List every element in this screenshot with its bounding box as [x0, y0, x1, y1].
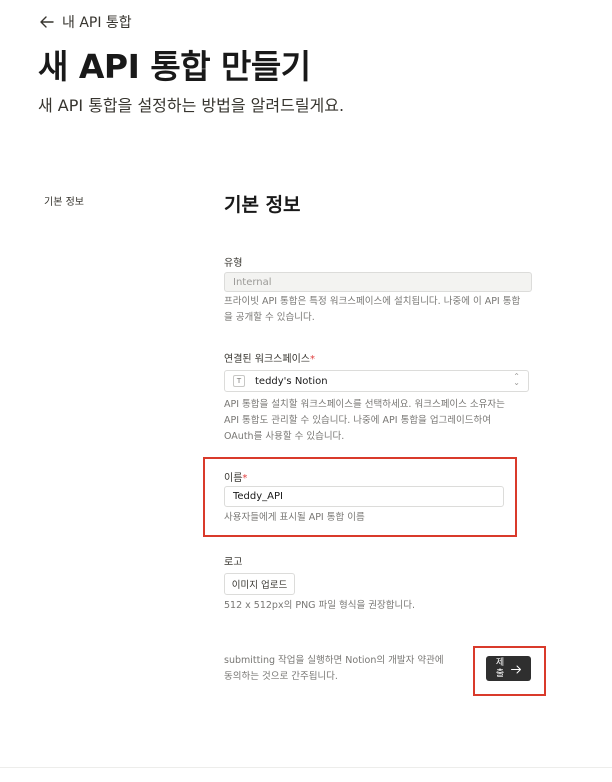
- terms-notice: submitting 작업을 실행하면 Notion의 개발자 약관에 동의하는…: [224, 653, 444, 685]
- name-help: 사용자들에게 표시될 API 통합 이름: [224, 512, 365, 523]
- upload-image-button[interactable]: 이미지 업로드: [224, 573, 295, 595]
- workspace-help-line: OAuth를 사용할 수 있습니다.: [224, 431, 345, 442]
- name-input[interactable]: Teddy_API: [224, 486, 504, 507]
- terms-notice-line: 동의하는 것으로 간주됩니다.: [224, 671, 338, 682]
- required-mark: *: [309, 354, 315, 365]
- chevron-up-down-icon: ⌃ ⌄: [513, 372, 520, 387]
- name-label-text: 이름: [224, 473, 243, 484]
- workspace-help-line: API 통합을 설치할 워크스페이스를 선택하세요. 워크스페이스 소유자는: [224, 399, 505, 410]
- logo-label: 로고: [224, 557, 243, 568]
- logo-help: 512 x 512px의 PNG 파일 형식을 권장합니다.: [224, 600, 416, 611]
- name-label: 이름*: [224, 469, 247, 484]
- workspace-label: 연결된 워크스페이스*: [224, 350, 315, 365]
- terms-notice-line: submitting 작업을 실행하면 Notion의 개발자 약관에: [224, 655, 444, 666]
- type-help: 프라이빗 API 통합은 특정 워크스페이스에 설치됩니다. 나중에 이 API…: [224, 294, 520, 326]
- workspace-help: API 통합을 설치할 워크스페이스를 선택하세요. 워크스페이스 소유자는 A…: [224, 397, 505, 445]
- workspace-label-text: 연결된 워크스페이스: [224, 354, 310, 365]
- type-help-line: 프라이빗 API 통합은 특정 워크스페이스에 설치됩니다. 나중에 이 API…: [224, 296, 521, 307]
- divider: [0, 767, 612, 768]
- workspace-select-value: teddy's Notion: [255, 375, 328, 387]
- type-label: 유형: [224, 258, 243, 269]
- page-subtitle: 새 API 통합을 설정하는 방법을 알려드릴게요.: [38, 96, 345, 115]
- required-mark: *: [242, 473, 248, 484]
- back-link[interactable]: 내 API 통합: [40, 12, 132, 32]
- submit-button-label: 제출: [495, 657, 505, 679]
- type-field: Internal: [224, 272, 532, 292]
- workspace-select[interactable]: T teddy's Notion ⌃ ⌄: [224, 370, 529, 392]
- name-input-value: Teddy_API: [233, 491, 283, 502]
- workspace-help-line: API 통합도 관리할 수 있습니다. 나중에 API 통합을 업그레이드하여: [224, 415, 491, 426]
- page-title: 새 API 통합 만들기: [38, 47, 311, 86]
- arrow-left-icon: [40, 16, 54, 28]
- section-title: 기본 정보: [224, 194, 301, 216]
- workspace-avatar-icon: T: [233, 375, 245, 387]
- back-link-label: 내 API 통합: [62, 15, 132, 31]
- submit-button[interactable]: 제출: [486, 656, 531, 681]
- type-help-line: 을 공개할 수 있습니다.: [224, 312, 315, 323]
- type-value: Internal: [233, 276, 272, 288]
- arrow-right-icon: [511, 659, 522, 678]
- sidebar-section-label: 기본 정보: [44, 197, 84, 208]
